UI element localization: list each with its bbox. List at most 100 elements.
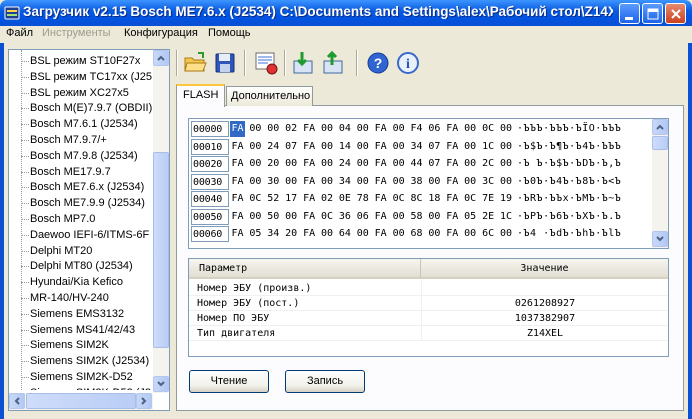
hex-byte[interactable]: 30 xyxy=(266,174,281,190)
hex-byte[interactable]: FA xyxy=(445,139,460,155)
hex-byte[interactable]: 00 xyxy=(463,156,478,172)
hex-byte[interactable]: FA xyxy=(445,226,460,242)
hex-byte[interactable]: 00 xyxy=(248,209,263,225)
hex-byte[interactable]: 00 xyxy=(499,226,514,242)
hex-view[interactable]: 00000 FA 00 00 02 FA 00 04 00 FA 00 F4 06 FA 00 0C 00 ·ЪЪ… xyxy=(188,118,669,249)
ecu-list-hscrollbar[interactable] xyxy=(9,393,153,410)
close-button[interactable] xyxy=(665,3,686,24)
hex-byte[interactable]: 05 xyxy=(248,226,263,242)
hex-byte[interactable]: 00 xyxy=(463,139,478,155)
hex-byte[interactable]: 00 xyxy=(355,226,370,242)
ecu-list-item[interactable]: Bosch M(E)7.9.7 (OBDII) xyxy=(30,100,152,116)
param-row[interactable]: Номер ЭБУ (пост.) 0261208927 xyxy=(189,296,668,311)
write-button[interactable]: Запись xyxy=(285,370,365,393)
ecu-list-item[interactable]: MR-140/HV-240 xyxy=(30,290,109,306)
ecu-list-item[interactable]: Bosch ME17.9.7 xyxy=(30,164,111,180)
hex-byte[interactable]: FA xyxy=(230,121,245,137)
hex-byte[interactable]: FA xyxy=(445,121,460,137)
hex-byte[interactable]: F4 xyxy=(409,121,424,137)
ecu-list-item[interactable]: Siemens SIM2K-D52 (J2 xyxy=(30,385,151,390)
hex-byte[interactable]: 24 xyxy=(266,139,281,155)
hex-byte[interactable]: 8C xyxy=(409,191,424,207)
settings-button[interactable] xyxy=(252,49,280,77)
hex-byte[interactable]: FA xyxy=(230,174,245,190)
hex-byte[interactable]: 00 xyxy=(499,174,514,190)
hex-byte[interactable]: 00 xyxy=(391,226,406,242)
hex-byte[interactable]: 7E xyxy=(481,191,496,207)
scroll-down-button[interactable] xyxy=(153,376,169,392)
minimize-button[interactable] xyxy=(619,3,640,24)
hex-byte[interactable]: 00 xyxy=(463,226,478,242)
menu-help[interactable]: Помощь xyxy=(208,27,251,39)
hex-byte[interactable]: 07 xyxy=(427,156,442,172)
help-button[interactable]: ? xyxy=(364,49,392,77)
hex-byte[interactable]: 00 xyxy=(320,226,335,242)
read-ecu-button[interactable] xyxy=(290,49,318,77)
hex-byte[interactable]: 0C xyxy=(463,191,478,207)
hex-byte[interactable]: 0C xyxy=(320,209,335,225)
hex-byte[interactable]: 1C xyxy=(481,139,496,155)
scroll-thumb[interactable] xyxy=(153,152,169,348)
ecu-list-item[interactable]: Hyundai/Kia Kefico xyxy=(30,274,123,290)
hex-byte[interactable]: FA xyxy=(373,191,388,207)
hex-byte[interactable]: FA xyxy=(302,226,317,242)
maximize-button[interactable] xyxy=(642,3,663,24)
ecu-list-item[interactable]: Siemens EMS3132 xyxy=(30,306,124,322)
param-row[interactable]: Тип двигателя Z14XEL xyxy=(189,326,668,341)
hex-byte[interactable]: 00 xyxy=(248,174,263,190)
hex-byte[interactable]: 02 xyxy=(284,121,299,137)
column-header-param[interactable]: Параметр xyxy=(189,259,421,279)
hex-byte[interactable]: 6C xyxy=(481,226,496,242)
hex-byte[interactable]: 00 xyxy=(355,121,370,137)
hex-byte[interactable]: 04 xyxy=(337,121,352,137)
hex-byte[interactable]: 34 xyxy=(409,139,424,155)
hex-vscrollbar[interactable] xyxy=(652,119,668,248)
hex-byte[interactable]: FA xyxy=(302,121,317,137)
hex-byte[interactable]: FA xyxy=(230,191,245,207)
ecu-list-item[interactable]: Bosch M7.9.8 (J2534) xyxy=(30,148,138,164)
hscroll-thumb[interactable] xyxy=(26,393,136,409)
ecu-list-item[interactable]: Bosch M7.6.1 (J2534) xyxy=(30,116,138,132)
info-button[interactable]: i xyxy=(394,49,422,77)
hex-byte[interactable]: FA xyxy=(445,174,460,190)
hex-byte[interactable]: 00 xyxy=(320,139,335,155)
column-header-value[interactable]: Значение xyxy=(421,259,668,279)
hex-byte[interactable]: 50 xyxy=(266,209,281,225)
hex-byte[interactable]: FA xyxy=(373,209,388,225)
param-row[interactable]: Номер ЭБУ (произв.) xyxy=(189,281,668,296)
hex-byte[interactable]: FA xyxy=(302,156,317,172)
hex-byte[interactable]: 07 xyxy=(284,139,299,155)
hex-byte[interactable]: 00 xyxy=(355,174,370,190)
hex-byte[interactable]: FA xyxy=(445,191,460,207)
ecu-list-item[interactable]: Siemens SIM2K (J2534) xyxy=(30,353,149,369)
hex-byte[interactable]: 64 xyxy=(337,226,352,242)
hex-byte[interactable]: 19 xyxy=(499,191,514,207)
menu-tools[interactable]: Инструменты xyxy=(42,27,111,39)
hex-byte[interactable]: FA xyxy=(373,156,388,172)
ecu-list-item[interactable]: Delphi MT20 xyxy=(30,243,92,259)
hex-byte[interactable]: 34 xyxy=(337,174,352,190)
hex-byte[interactable]: 00 xyxy=(284,209,299,225)
hex-byte[interactable]: 68 xyxy=(409,226,424,242)
ecu-list-item[interactable]: Siemens MS41/42/43 xyxy=(30,322,135,338)
ecu-list-item[interactable]: BSL режим TC17xx (J25 xyxy=(30,69,152,85)
hex-byte[interactable]: 52 xyxy=(266,191,281,207)
ecu-list-item[interactable]: Delphi MT80 (J2534) xyxy=(30,258,133,274)
hex-byte[interactable]: 00 xyxy=(355,156,370,172)
hex-byte[interactable]: FA xyxy=(373,174,388,190)
hex-byte[interactable]: 00 xyxy=(463,121,478,137)
hex-byte[interactable]: 18 xyxy=(427,191,442,207)
hex-byte[interactable]: 02 xyxy=(320,191,335,207)
hex-byte[interactable]: FA xyxy=(302,191,317,207)
ecu-list-item[interactable]: BSL режим ST10F27x xyxy=(30,53,140,69)
hex-byte[interactable]: 0C xyxy=(391,191,406,207)
read-button[interactable]: Чтение xyxy=(189,370,269,393)
hex-byte[interactable]: 00 xyxy=(427,209,442,225)
scroll-right-button[interactable] xyxy=(136,393,152,409)
hex-byte[interactable]: 00 xyxy=(499,121,514,137)
hex-byte[interactable]: FA xyxy=(230,139,245,155)
hex-byte[interactable]: FA xyxy=(302,209,317,225)
hex-byte[interactable]: 00 xyxy=(266,121,281,137)
hex-byte[interactable]: 06 xyxy=(427,121,442,137)
scroll-up-button[interactable] xyxy=(153,50,169,66)
